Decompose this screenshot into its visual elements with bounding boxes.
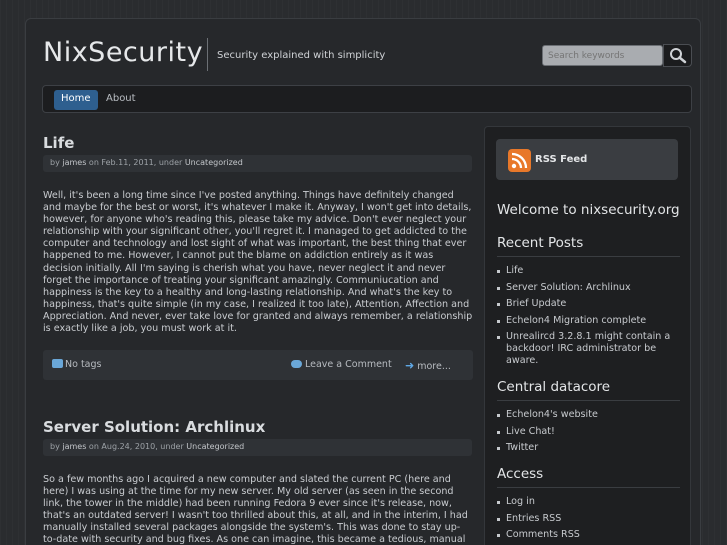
post-body: Well, it's been a long time since I've p… — [43, 190, 473, 335]
tag-icon — [52, 359, 63, 368]
central-datacore-heading: Central datacore — [497, 379, 611, 395]
recent-posts-list: Life Server Solution: Archlinux Brief Up… — [497, 265, 682, 372]
rss-label: RSS Feed — [535, 154, 588, 165]
access-heading: Access — [497, 466, 544, 482]
sidebar: RSS Feed Welcome to nixsecurity.org Rece… — [484, 126, 691, 545]
comment-icon — [291, 360, 302, 368]
list-item[interactable]: Unrealircd 3.2.8.1 might contain a backd… — [497, 331, 682, 367]
list-item[interactable]: Server Solution: Archlinux — [497, 282, 682, 294]
meta-author[interactable]: james — [62, 442, 86, 451]
meta-date: on Feb.11, 2011, under — [88, 158, 183, 167]
list-item[interactable]: Life — [497, 265, 682, 277]
site-tagline: Security explained with simplicity — [217, 50, 386, 61]
list-item[interactable]: Comments RSS — [497, 529, 682, 541]
list-item[interactable]: Log in — [497, 496, 682, 508]
meta-by: by — [50, 158, 60, 167]
search-icon — [670, 48, 687, 64]
more-label: more... — [417, 361, 451, 372]
main-nav: Home About — [42, 85, 692, 113]
list-item[interactable]: Twitter — [497, 442, 682, 454]
search-button[interactable] — [663, 44, 692, 67]
list-item[interactable]: Echelon4's website — [497, 409, 682, 421]
comment-label: Leave a Comment — [305, 359, 392, 370]
tags-label: No tags — [65, 359, 102, 370]
list-item[interactable]: Brief Update — [497, 298, 682, 310]
post-meta: by james on Aug.24, 2010, under Uncatego… — [43, 439, 472, 456]
rss-icon — [508, 149, 531, 172]
divider — [497, 400, 680, 401]
post-body: So a few months ago I acquired a new com… — [43, 474, 468, 545]
post-tags: No tags — [52, 359, 101, 370]
search-input[interactable] — [542, 45, 663, 66]
meta-by: by — [50, 442, 60, 451]
list-item[interactable]: Echelon4 Migration complete — [497, 315, 682, 327]
divider — [497, 487, 680, 488]
list-item[interactable]: Live Chat! — [497, 426, 682, 438]
post-meta: by james on Feb.11, 2011, under Uncatego… — [43, 155, 472, 172]
leave-comment-link[interactable]: Leave a Comment — [291, 359, 392, 370]
arrow-right-icon: ➜ — [405, 359, 415, 372]
post-title[interactable]: Server Solution: Archlinux — [43, 418, 265, 436]
datacore-list: Echelon4's website Live Chat! Twitter — [497, 409, 682, 459]
list-item[interactable]: Entries RSS — [497, 513, 682, 525]
post-footer: No tags Leave a Comment ➜ more... — [43, 350, 473, 380]
more-link[interactable]: ➜ more... — [405, 359, 451, 372]
rss-feed-button[interactable]: RSS Feed — [496, 139, 678, 180]
meta-category[interactable]: Uncategorized — [186, 442, 244, 451]
meta-category[interactable]: Uncategorized — [185, 158, 243, 167]
recent-posts-heading: Recent Posts — [497, 235, 584, 251]
page-container: NixSecurity Security explained with simp… — [25, 18, 701, 545]
access-list: Log in Entries RSS Comments RSS — [497, 496, 682, 545]
title-divider — [207, 38, 208, 71]
nav-home[interactable]: Home — [54, 90, 98, 110]
welcome-heading: Welcome to nixsecurity.org — [497, 202, 680, 218]
site-title[interactable]: NixSecurity — [43, 37, 203, 68]
meta-date: on Aug.24, 2010, under — [88, 442, 184, 451]
nav-about[interactable]: About — [99, 90, 143, 110]
post-title[interactable]: Life — [43, 134, 74, 152]
divider — [497, 256, 680, 257]
meta-author[interactable]: james — [62, 158, 86, 167]
